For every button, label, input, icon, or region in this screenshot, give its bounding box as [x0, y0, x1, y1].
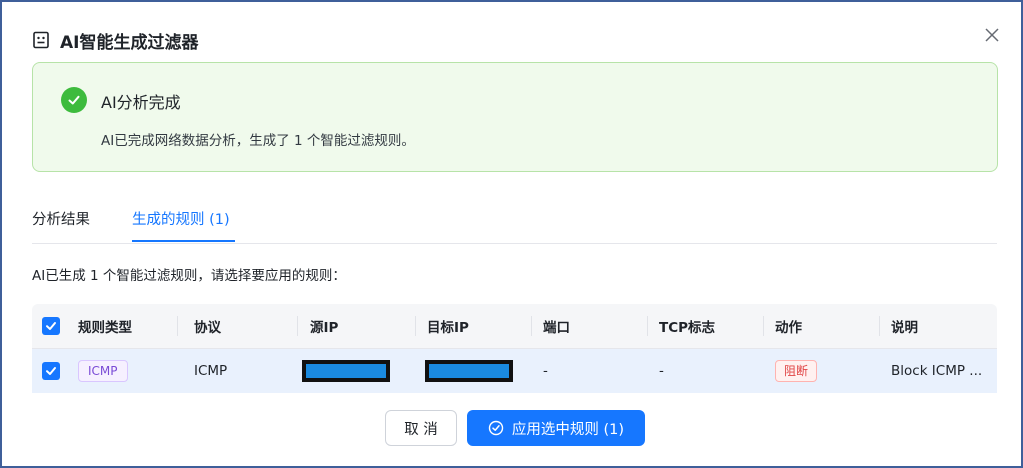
window-frame: AI智能生成过滤器 AI分析完成 AI已完成网络数据分析，生成了 1 个智能过滤… — [0, 0, 1023, 468]
select-all-checkbox[interactable] — [42, 317, 60, 335]
port-cell: - — [543, 363, 548, 379]
tcp-flags-cell: - — [659, 363, 664, 379]
table-header: 规则类型 协议 源IP 目标IP 端口 TCP标志 动作 说明 — [32, 304, 997, 348]
column-divider — [297, 316, 298, 336]
table-row[interactable]: ICMP ICMP - - 阻断 Block ICMP ... — [32, 348, 997, 393]
tab-generated-rules[interactable]: 生成的规则 (1) — [132, 208, 230, 229]
action-cell: 阻断 — [775, 349, 818, 393]
rule-type-tag: ICMP — [78, 360, 128, 382]
robot-icon — [32, 31, 50, 49]
ai-filter-dialog: AI智能生成过滤器 AI分析完成 AI已完成网络数据分析，生成了 1 个智能过滤… — [2, 2, 1021, 466]
dialog-title: AI智能生成过滤器 — [60, 32, 199, 53]
alert-description: AI已完成网络数据分析，生成了 1 个智能过滤规则。 — [101, 133, 415, 149]
column-divider — [531, 316, 532, 336]
column-header-port: 端口 — [543, 320, 570, 336]
redacted-source-ip — [302, 360, 390, 382]
destination-ip-cell — [425, 349, 513, 393]
dialog-header: AI智能生成过滤器 — [32, 26, 198, 54]
column-divider — [177, 316, 178, 336]
alert-title: AI分析完成 — [101, 93, 181, 112]
active-tab-indicator — [132, 240, 235, 242]
checkmark-icon — [46, 322, 56, 330]
column-header-protocol: 协议 — [194, 320, 221, 336]
column-header-destination-ip: 目标IP — [427, 320, 469, 336]
redacted-destination-ip — [425, 360, 513, 382]
check-circle-icon — [61, 87, 87, 113]
select-all-cell — [42, 304, 60, 348]
rules-table: 规则类型 协议 源IP 目标IP 端口 TCP标志 动作 说明 ICMP ICM… — [32, 304, 997, 393]
description-cell: Block ICMP ... — [891, 363, 983, 379]
success-alert: AI分析完成 AI已完成网络数据分析，生成了 1 个智能过滤规则。 — [32, 62, 998, 172]
close-icon — [985, 28, 999, 42]
column-header-source-ip: 源IP — [310, 320, 339, 336]
column-divider — [763, 316, 764, 336]
column-header-tcp-flags: TCP标志 — [659, 320, 716, 336]
action-tag: 阻断 — [775, 360, 818, 382]
rules-hint: AI已生成 1 个智能过滤规则，请选择要应用的规则： — [32, 268, 346, 284]
apply-selected-rules-button[interactable]: 应用选中规则 (1) — [467, 410, 645, 446]
tab-bar: 分析结果 生成的规则 (1) — [32, 202, 997, 244]
row-select-cell — [42, 349, 60, 393]
column-header-action: 动作 — [775, 320, 802, 336]
column-divider — [647, 316, 648, 336]
column-header-rule-type: 规则类型 — [78, 320, 132, 336]
source-ip-cell — [302, 349, 390, 393]
column-header-description: 说明 — [891, 320, 918, 336]
cancel-button[interactable]: 取 消 — [385, 410, 457, 446]
close-button[interactable] — [981, 24, 1003, 46]
row-checkbox[interactable] — [42, 362, 60, 380]
tab-analysis-results[interactable]: 分析结果 — [32, 208, 90, 229]
checkmark-icon — [46, 367, 56, 375]
column-divider — [879, 316, 880, 336]
rule-type-cell: ICMP — [78, 349, 128, 393]
column-divider — [415, 316, 416, 336]
protocol-cell: ICMP — [194, 363, 228, 379]
apply-button-label: 应用选中规则 (1) — [511, 421, 625, 438]
check-circle-outline-icon — [488, 420, 504, 436]
